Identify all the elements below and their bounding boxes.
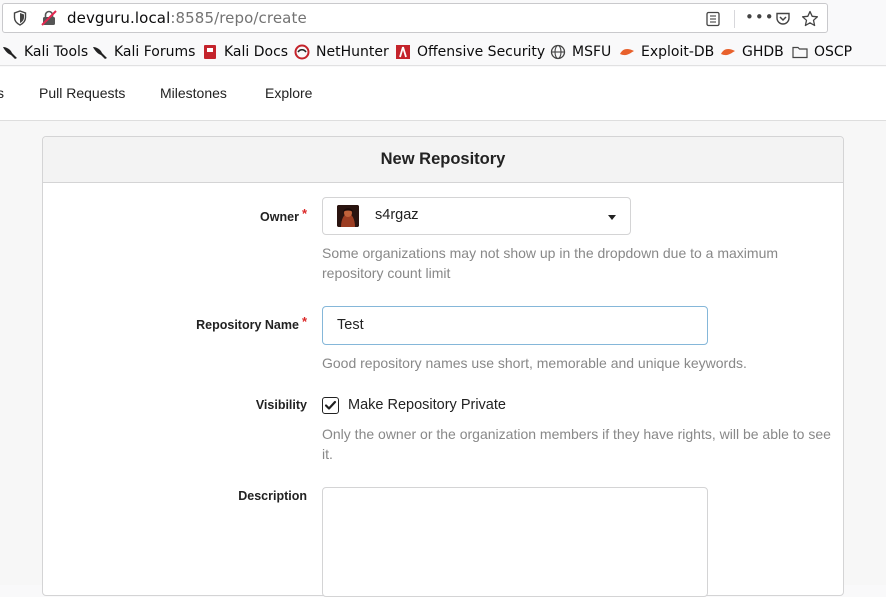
shield-icon[interactable] (13, 10, 27, 26)
bookmark-offensive-security[interactable]: Offensive Security (395, 42, 545, 62)
avatar (337, 205, 359, 227)
reader-view-icon[interactable] (705, 11, 721, 27)
nav-item-pull-requests[interactable]: Pull Requests (39, 85, 125, 101)
bookmark-label: OSCP (814, 44, 853, 60)
visibility-help-line-1: Only the owner or the organization membe… (322, 426, 831, 442)
pocket-icon[interactable] (775, 11, 791, 27)
browser-toolbar: devguru.local:8585/repo/create ••• (0, 0, 886, 36)
site-navbar: s Pull Requests Milestones Explore (0, 67, 886, 121)
bookmark-label: Exploit-DB (641, 44, 715, 60)
chevron-down-icon (608, 215, 616, 220)
bookmark-label: Kali Tools (24, 44, 89, 60)
owner-selected-value: s4rgaz (375, 207, 419, 223)
form-title: New Repository (43, 137, 843, 183)
bookmark-label: Offensive Security (417, 44, 546, 60)
bookmark-kali-forums[interactable]: Kali Forums (92, 42, 195, 62)
owner-help-line-1: Some organizations may not show up in th… (322, 245, 779, 261)
bookmark-exploit-db[interactable]: Exploit-DB (619, 42, 714, 62)
nav-item-milestones[interactable]: Milestones (160, 85, 227, 101)
bookmark-ghdb[interactable]: GHDB (720, 42, 784, 62)
url-path: :8585/repo/create (170, 9, 307, 27)
visibility-help-text: Only the owner or the organization membe… (322, 424, 842, 464)
bookmark-label: Kali Docs (224, 44, 289, 60)
nav-item-explore[interactable]: Explore (265, 85, 312, 101)
kali-docs-icon (204, 45, 216, 59)
owner-dropdown[interactable]: s4rgaz (322, 197, 631, 235)
make-private-checkbox[interactable] (322, 397, 339, 414)
description-label: Description (238, 489, 307, 503)
bookmark-kali-docs[interactable]: Kali Docs (202, 42, 288, 62)
bookmark-oscp[interactable]: OSCP (792, 42, 852, 62)
repository-name-value: Test (337, 317, 364, 333)
owner-help-text: Some organizations may not show up in th… (322, 243, 822, 283)
repository-name-label: Repository Name * (150, 314, 307, 332)
repository-name-input[interactable]: Test (322, 306, 708, 345)
description-textarea[interactable] (322, 487, 708, 597)
bookmark-label: GHDB (742, 44, 784, 60)
url-text[interactable]: devguru.local:8585/repo/create (67, 9, 307, 27)
required-mark: * (301, 314, 307, 329)
ghdb-icon (721, 49, 735, 56)
required-mark: * (301, 206, 307, 221)
folder-icon (792, 46, 808, 59)
owner-label-text: Owner (260, 210, 299, 224)
nethunter-icon (294, 44, 310, 60)
bookmark-kali-tools[interactable]: Kali Tools (2, 42, 88, 62)
url-bar-separator (734, 10, 735, 28)
nav-item-partial[interactable]: s (0, 85, 4, 101)
kali-dragon-icon (93, 47, 107, 59)
make-private-label[interactable]: Make Repository Private (348, 397, 506, 413)
owner-label: Owner * (200, 206, 307, 224)
offsec-icon (396, 45, 410, 59)
insecure-lock-icon[interactable] (41, 10, 57, 26)
bookmark-label: NetHunter (316, 44, 389, 60)
bookmark-label: Kali Forums (114, 44, 196, 60)
bookmark-star-icon[interactable] (801, 10, 819, 28)
visibility-help-line-2: it. (322, 446, 333, 462)
bookmark-msfu[interactable]: MSFU (550, 42, 611, 62)
bookmark-nethunter[interactable]: NetHunter (294, 42, 389, 62)
exploitdb-icon (620, 49, 634, 56)
bookmarks-toolbar: Kali Tools Kali Forums Kali Docs NetHunt… (0, 38, 886, 66)
page-actions-menu-icon[interactable]: ••• (745, 8, 775, 26)
kali-dragon-icon (3, 47, 17, 59)
bookmark-label: MSFU (572, 44, 612, 60)
globe-icon (550, 44, 566, 60)
checkmark-icon (324, 400, 337, 410)
visibility-label: Visibility (255, 398, 307, 412)
url-host: devguru.local (67, 9, 171, 27)
repository-name-label-text: Repository Name (196, 318, 299, 332)
owner-help-line-2: repository count limit (322, 265, 451, 281)
avatar-image (337, 205, 359, 227)
url-bar[interactable]: devguru.local:8585/repo/create ••• (2, 3, 828, 33)
repository-name-help: Good repository names use short, memorab… (322, 355, 747, 371)
